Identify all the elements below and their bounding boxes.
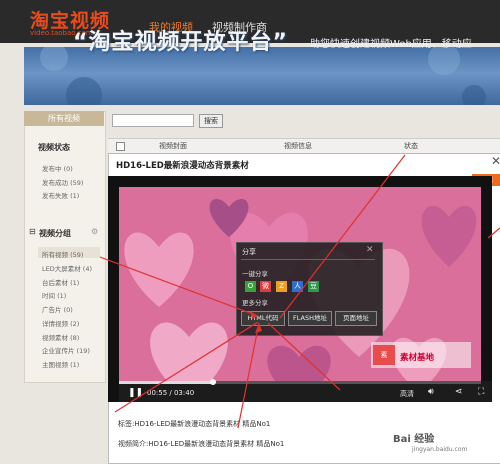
arrow-head bbox=[255, 323, 262, 333]
arrow-line bbox=[114, 321, 259, 413]
arrow-line bbox=[237, 322, 260, 429]
arrow-line bbox=[279, 154, 406, 319]
arrow-line bbox=[267, 322, 341, 391]
annotation-arrows bbox=[99, 154, 500, 429]
arrow-line bbox=[487, 227, 500, 239]
arrow-line bbox=[99, 256, 259, 317]
